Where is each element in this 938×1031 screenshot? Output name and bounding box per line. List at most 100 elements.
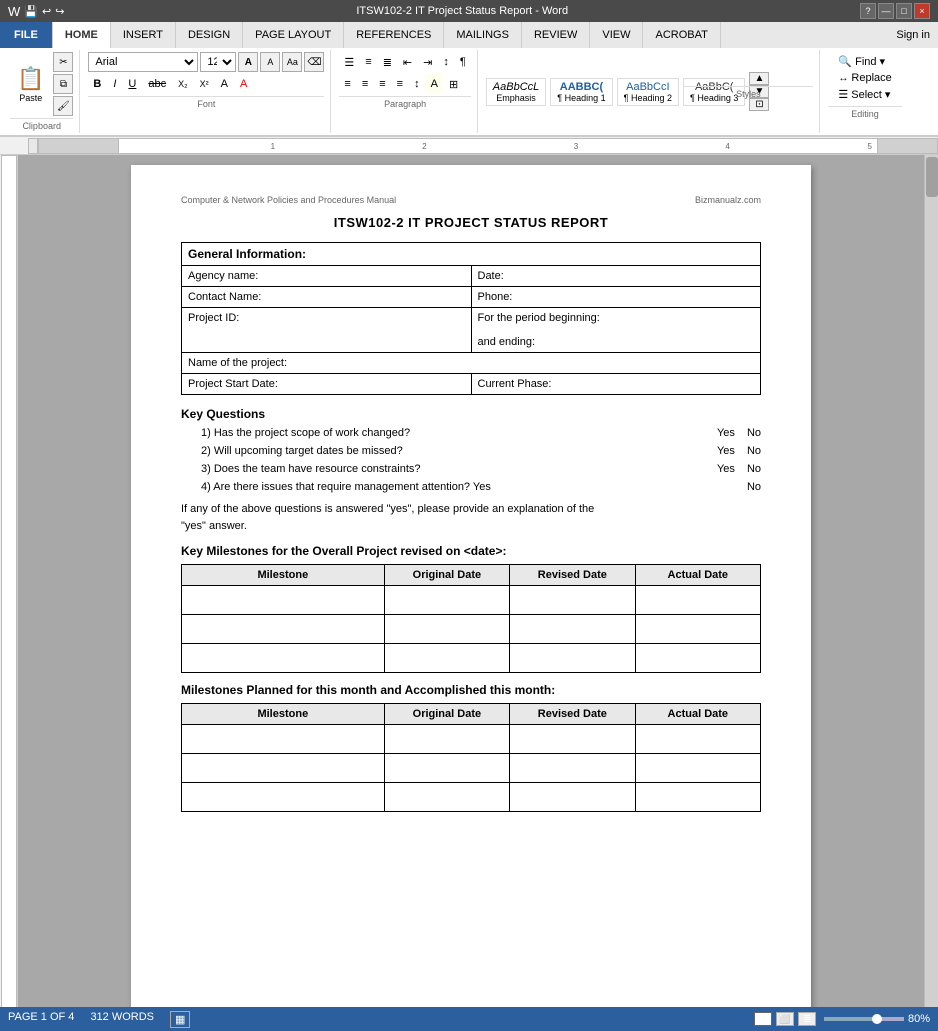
tab-view[interactable]: VIEW xyxy=(590,22,643,48)
scrollbar-thumb[interactable] xyxy=(926,157,938,197)
bold-button[interactable]: B xyxy=(88,74,106,94)
tab-review[interactable]: REVIEW xyxy=(522,22,590,48)
numbering-button[interactable]: ≡ xyxy=(360,52,376,72)
superscript-button[interactable]: X² xyxy=(195,74,214,94)
tab-page-layout[interactable]: PAGE LAYOUT xyxy=(243,22,344,48)
title-bar-title: ITSW102-2 IT Project Status Report - Wor… xyxy=(64,5,860,17)
style-heading2[interactable]: AaBbCcI ¶ Heading 2 xyxy=(617,78,679,106)
page-header: Computer & Network Policies and Procedur… xyxy=(181,195,761,205)
clear-format-button[interactable]: ⌫ xyxy=(304,52,324,72)
table-row: Milestone Original Date Revised Date Act… xyxy=(182,565,761,586)
style-heading1-preview: AABBC( xyxy=(560,81,603,93)
q2-no: No xyxy=(747,445,761,457)
print-layout-view-button[interactable]: ≡ xyxy=(754,1012,772,1026)
tab-mailings[interactable]: MAILINGS xyxy=(444,22,522,48)
align-left-button[interactable]: ≡ xyxy=(339,74,355,94)
change-case-button[interactable]: Aa xyxy=(282,52,302,72)
format-painter-button[interactable]: 🖌 xyxy=(53,96,73,116)
m1-row3-milestone xyxy=(182,644,385,673)
read-mode-view-button[interactable]: ⬜ xyxy=(776,1012,794,1026)
zoom-slider[interactable] xyxy=(824,1017,904,1021)
m1-row3-actual xyxy=(635,644,760,673)
subscript-button[interactable]: X₂ xyxy=(173,74,193,94)
style-emphasis[interactable]: AaBbCcL Emphasis xyxy=(486,78,546,106)
find-label: Find ▾ xyxy=(855,55,885,68)
word-count: 312 WORDS xyxy=(90,1011,154,1028)
align-right-button[interactable]: ≡ xyxy=(374,74,390,94)
view-icons: ≡ ⬜ ≣ xyxy=(754,1012,816,1026)
key-questions-title: Key Questions xyxy=(181,407,761,421)
cut-button[interactable]: ✂ xyxy=(53,52,73,72)
m1-row1-actual xyxy=(635,586,760,615)
web-layout-view-button[interactable]: ≣ xyxy=(798,1012,816,1026)
title-bar-left: W 💾 ↩ ↪ xyxy=(8,4,64,19)
find-button[interactable]: 🔍 Find ▾ xyxy=(834,54,895,69)
tab-acrobat[interactable]: ACROBAT xyxy=(643,22,720,48)
paste-button[interactable]: 📋 Paste xyxy=(10,63,51,106)
bullets-button[interactable]: ☰ xyxy=(339,52,359,72)
maximize-btn[interactable]: □ xyxy=(896,3,912,19)
zoom-thumb[interactable] xyxy=(872,1014,882,1024)
grow-font-button[interactable]: A xyxy=(238,52,258,72)
status-right: ≡ ⬜ ≣ 80% xyxy=(754,1012,930,1026)
styles-up-button[interactable]: ▲ xyxy=(749,72,769,85)
quick-access-redo[interactable]: ↪ xyxy=(55,5,64,18)
select-button[interactable]: ☰ Select ▾ xyxy=(834,87,895,102)
track-changes-icon[interactable]: ▦ xyxy=(170,1011,190,1028)
sign-in-link[interactable]: Sign in xyxy=(721,22,938,48)
style-heading1[interactable]: AABBC( ¶ Heading 1 xyxy=(550,78,612,106)
quick-access-save[interactable]: 💾 xyxy=(24,5,38,18)
close-btn[interactable]: × xyxy=(914,3,930,19)
clipboard-sub: ✂ ⧉ 🖌 xyxy=(53,52,73,116)
tab-home[interactable]: HOME xyxy=(53,22,111,48)
tab-design[interactable]: DESIGN xyxy=(176,22,243,48)
strikethrough-button[interactable]: abc xyxy=(143,74,171,94)
tab-references[interactable]: REFERENCES xyxy=(344,22,444,48)
text-highlight-button[interactable]: A xyxy=(216,74,233,94)
replace-button[interactable]: ↔ Replace xyxy=(834,71,895,85)
border-button[interactable]: ⊞ xyxy=(444,74,463,94)
m2-row3-revised xyxy=(510,783,635,812)
shading-button[interactable]: A xyxy=(426,74,443,94)
ribbon-content: 📋 Paste ✂ ⧉ 🖌 Clipboard Arial 12 A A xyxy=(0,48,938,137)
increase-indent-button[interactable]: ⇥ xyxy=(418,52,437,72)
italic-button[interactable]: I xyxy=(108,74,121,94)
tab-file[interactable]: FILE xyxy=(0,22,53,48)
table-row xyxy=(182,644,761,673)
show-marks-button[interactable]: ¶ xyxy=(455,52,471,72)
line-spacing-button[interactable]: ↕ xyxy=(409,74,425,94)
align-center-button[interactable]: ≡ xyxy=(357,74,373,94)
m2-row2-milestone xyxy=(182,754,385,783)
font-name-select[interactable]: Arial xyxy=(88,52,198,72)
scrollbar[interactable] xyxy=(924,155,938,1022)
font-color-button[interactable]: A xyxy=(235,74,252,94)
shrink-font-button[interactable]: A xyxy=(260,52,280,72)
decrease-indent-button[interactable]: ⇤ xyxy=(398,52,417,72)
para-row-2: ≡ ≡ ≡ ≡ ↕ A ⊞ xyxy=(339,74,470,94)
col-milestone-1: Milestone xyxy=(182,565,385,586)
zoom-level: 80% xyxy=(908,1013,930,1025)
minimize-btn[interactable]: — xyxy=(878,3,894,19)
style-emphasis-preview: AaBbCcL xyxy=(493,81,539,93)
quick-access-undo[interactable]: ↩ xyxy=(42,5,51,18)
sort-button[interactable]: ↕ xyxy=(438,52,454,72)
help-btn[interactable]: ? xyxy=(860,3,876,19)
q1-no: No xyxy=(747,427,761,439)
tab-insert[interactable]: INSERT xyxy=(111,22,176,48)
align-justify-button[interactable]: ≡ xyxy=(392,74,408,94)
multilevel-button[interactable]: ≣ xyxy=(378,52,397,72)
style-emphasis-label: Emphasis xyxy=(496,93,536,103)
font-size-select[interactable]: 12 xyxy=(200,52,236,72)
font-controls: Arial 12 A A Aa ⌫ B I U abc X₂ X² A A xyxy=(88,52,324,94)
document-scroll-area[interactable]: Computer & Network Policies and Procedur… xyxy=(18,155,924,1022)
underline-button[interactable]: U xyxy=(123,74,141,94)
m1-row2-revised xyxy=(510,615,635,644)
table-row xyxy=(182,615,761,644)
ruler-content: 1 2 3 4 5 xyxy=(39,139,937,153)
styles-expand-button[interactable]: ⊡ xyxy=(749,98,769,111)
copy-button[interactable]: ⧉ xyxy=(53,74,73,94)
list-item: 3) Does the team have resource constrain… xyxy=(201,463,761,475)
styles-label: Styles xyxy=(683,86,813,99)
col-actual-date-1: Actual Date xyxy=(635,565,760,586)
m2-row2-actual xyxy=(635,754,760,783)
